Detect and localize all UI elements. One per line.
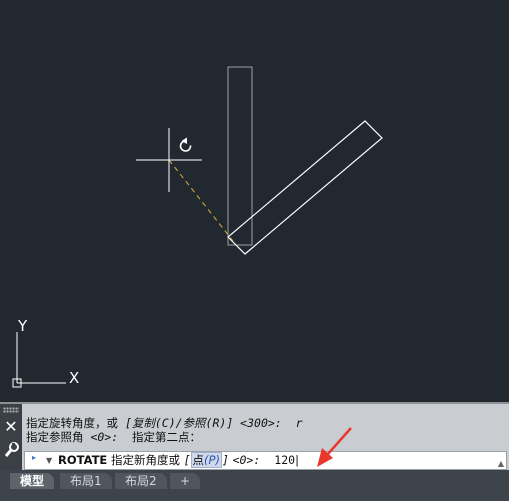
option-bracket: [: [183, 453, 191, 467]
rotated-rectangle: [227, 120, 383, 255]
typed-value[interactable]: 120: [274, 453, 295, 467]
prompt-message: 指定新角度或: [110, 453, 180, 467]
history-option: <0>:: [90, 430, 119, 444]
prompt-arrow-icon: ▸: [32, 453, 37, 462]
tab-layout1[interactable]: 布局1: [60, 473, 112, 489]
history-text: 指定参照角: [26, 430, 91, 444]
command-name: ROTATE: [58, 453, 108, 467]
command-line-grip[interactable]: ✕: [0, 404, 22, 472]
option-point[interactable]: 点(P): [190, 452, 222, 468]
prompt-text: ROTATE 指定新角度或 [点(P)] <0>: 120|: [58, 452, 299, 469]
drawing-canvas[interactable]: Y X: [0, 0, 509, 402]
wrench-icon[interactable]: [3, 442, 19, 460]
text-caret: |: [295, 453, 299, 467]
tab-model[interactable]: 模型: [10, 473, 55, 489]
layout-tab-bar: 模型 布局1 布局2 +: [0, 470, 509, 501]
history-input: r: [295, 416, 303, 430]
ucs-x-label: X: [69, 369, 79, 387]
grip-handle[interactable]: [3, 407, 19, 413]
recent-commands-dropdown[interactable]: ▼: [46, 452, 52, 469]
crosshair-cursor: [136, 128, 202, 192]
history-option: [复制(C)/参照(R)] <300>:: [124, 416, 282, 430]
close-icon[interactable]: ✕: [3, 418, 19, 436]
tab-add-layout[interactable]: +: [170, 473, 201, 489]
command-input[interactable]: ▸ ▼ ROTATE 指定新角度或 [点(P)] <0>: 120| ▲: [24, 451, 507, 470]
rubber-band-line: [168, 159, 234, 242]
command-line-panel: ✕ 指定旋转角度，或 [复制(C)/参照(R)] <300>: r 指定参照角 …: [0, 402, 509, 472]
tab-layout2[interactable]: 布局2: [115, 473, 167, 489]
history-text: 指定旋转角度，或: [26, 416, 125, 430]
prompt-default: <0>:: [232, 453, 261, 467]
ucs-icon: Y X: [12, 317, 79, 388]
history-line: 指定参照角 <0>: 指定第二点：: [26, 430, 506, 444]
command-history: 指定旋转角度，或 [复制(C)/参照(R)] <300>: r 指定参照角 <0…: [26, 416, 506, 444]
option-label: 点: [192, 453, 205, 467]
original-rectangle: [227, 66, 253, 246]
ucs-y-label: Y: [17, 317, 28, 335]
rotate-icon: [179, 137, 192, 152]
history-line: 指定旋转角度，或 [复制(C)/参照(R)] <300>: r: [26, 416, 506, 430]
option-bracket: ]: [221, 453, 229, 467]
history-text: 指定第二点：: [118, 430, 201, 444]
option-key-paren: ): [215, 453, 220, 467]
